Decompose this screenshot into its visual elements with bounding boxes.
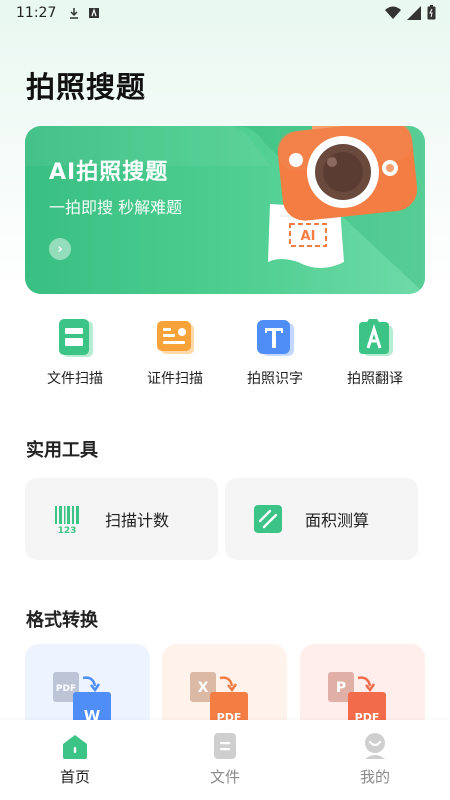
quick-action-translate[interactable]: 拍照翻译 — [325, 318, 425, 398]
quick-actions: 文件扫描 证件扫描 拍照识字 拍照翻译 — [25, 318, 425, 398]
quick-action-label: 拍照翻译 — [347, 371, 403, 387]
ai-camera-illustration: AI — [268, 126, 418, 268]
quick-action-document-scan[interactable]: 文件扫描 — [25, 318, 125, 398]
ai-search-banner[interactable]: AI拍照搜题 一拍即搜 秒解难题 › AI — [25, 126, 425, 294]
tool-label: 扫描计数 — [105, 511, 170, 530]
status-bar: 11:27 — [0, 0, 450, 26]
signal-icon — [407, 5, 421, 20]
battery-icon — [427, 5, 436, 20]
banner-subtitle: 一拍即搜 秒解难题 — [49, 198, 183, 217]
quick-action-label: 证件扫描 — [147, 371, 203, 387]
banner-title: AI拍照搜题 — [49, 160, 169, 185]
tab-files[interactable]: 文件 — [150, 720, 300, 800]
page-title: 拍照搜题 — [26, 70, 147, 104]
camera-ai-label: AI — [301, 229, 316, 244]
quick-action-label: 拍照识字 — [247, 371, 303, 387]
convert-from-label: PDF — [56, 684, 76, 694]
document-scan-icon — [59, 319, 93, 357]
file-icon — [214, 733, 236, 759]
banner-arrow-button[interactable]: › — [49, 238, 71, 260]
convert-section-title: 格式转换 — [26, 610, 98, 631]
translate-icon — [359, 319, 393, 356]
convert-from-label: P — [336, 680, 346, 696]
tools-section-title: 实用工具 — [26, 440, 98, 461]
wifi-icon — [385, 6, 401, 19]
user-icon — [365, 733, 385, 759]
tool-area-measure[interactable]: 面积测算 — [225, 478, 418, 560]
download-icon — [70, 8, 79, 19]
text-recognition-icon — [257, 320, 294, 356]
bottom-tabbar: 首页 文件 我的 — [0, 720, 450, 800]
tab-home[interactable]: 首页 — [0, 720, 150, 800]
id-card-icon — [157, 321, 194, 354]
tab-label: 我的 — [359, 768, 390, 786]
home-icon — [63, 735, 87, 759]
tab-label: 首页 — [59, 768, 90, 786]
app-notification-icon — [89, 8, 100, 18]
quick-action-id-scan[interactable]: 证件扫描 — [125, 318, 225, 398]
tool-scan-count[interactable]: 123 扫描计数 — [25, 478, 218, 560]
status-time: 11:27 — [16, 5, 57, 21]
tab-label: 文件 — [209, 768, 240, 786]
svg-text:123: 123 — [58, 526, 77, 534]
quick-action-text-recognition[interactable]: 拍照识字 — [225, 318, 325, 398]
chevron-right-icon: › — [57, 241, 63, 257]
barcode-count-icon: 123 — [55, 506, 79, 534]
tab-profile[interactable]: 我的 — [300, 720, 450, 800]
quick-action-label: 文件扫描 — [47, 371, 103, 387]
convert-from-label: X — [198, 680, 209, 696]
area-measure-icon — [254, 505, 282, 533]
tool-label: 面积测算 — [305, 511, 370, 530]
